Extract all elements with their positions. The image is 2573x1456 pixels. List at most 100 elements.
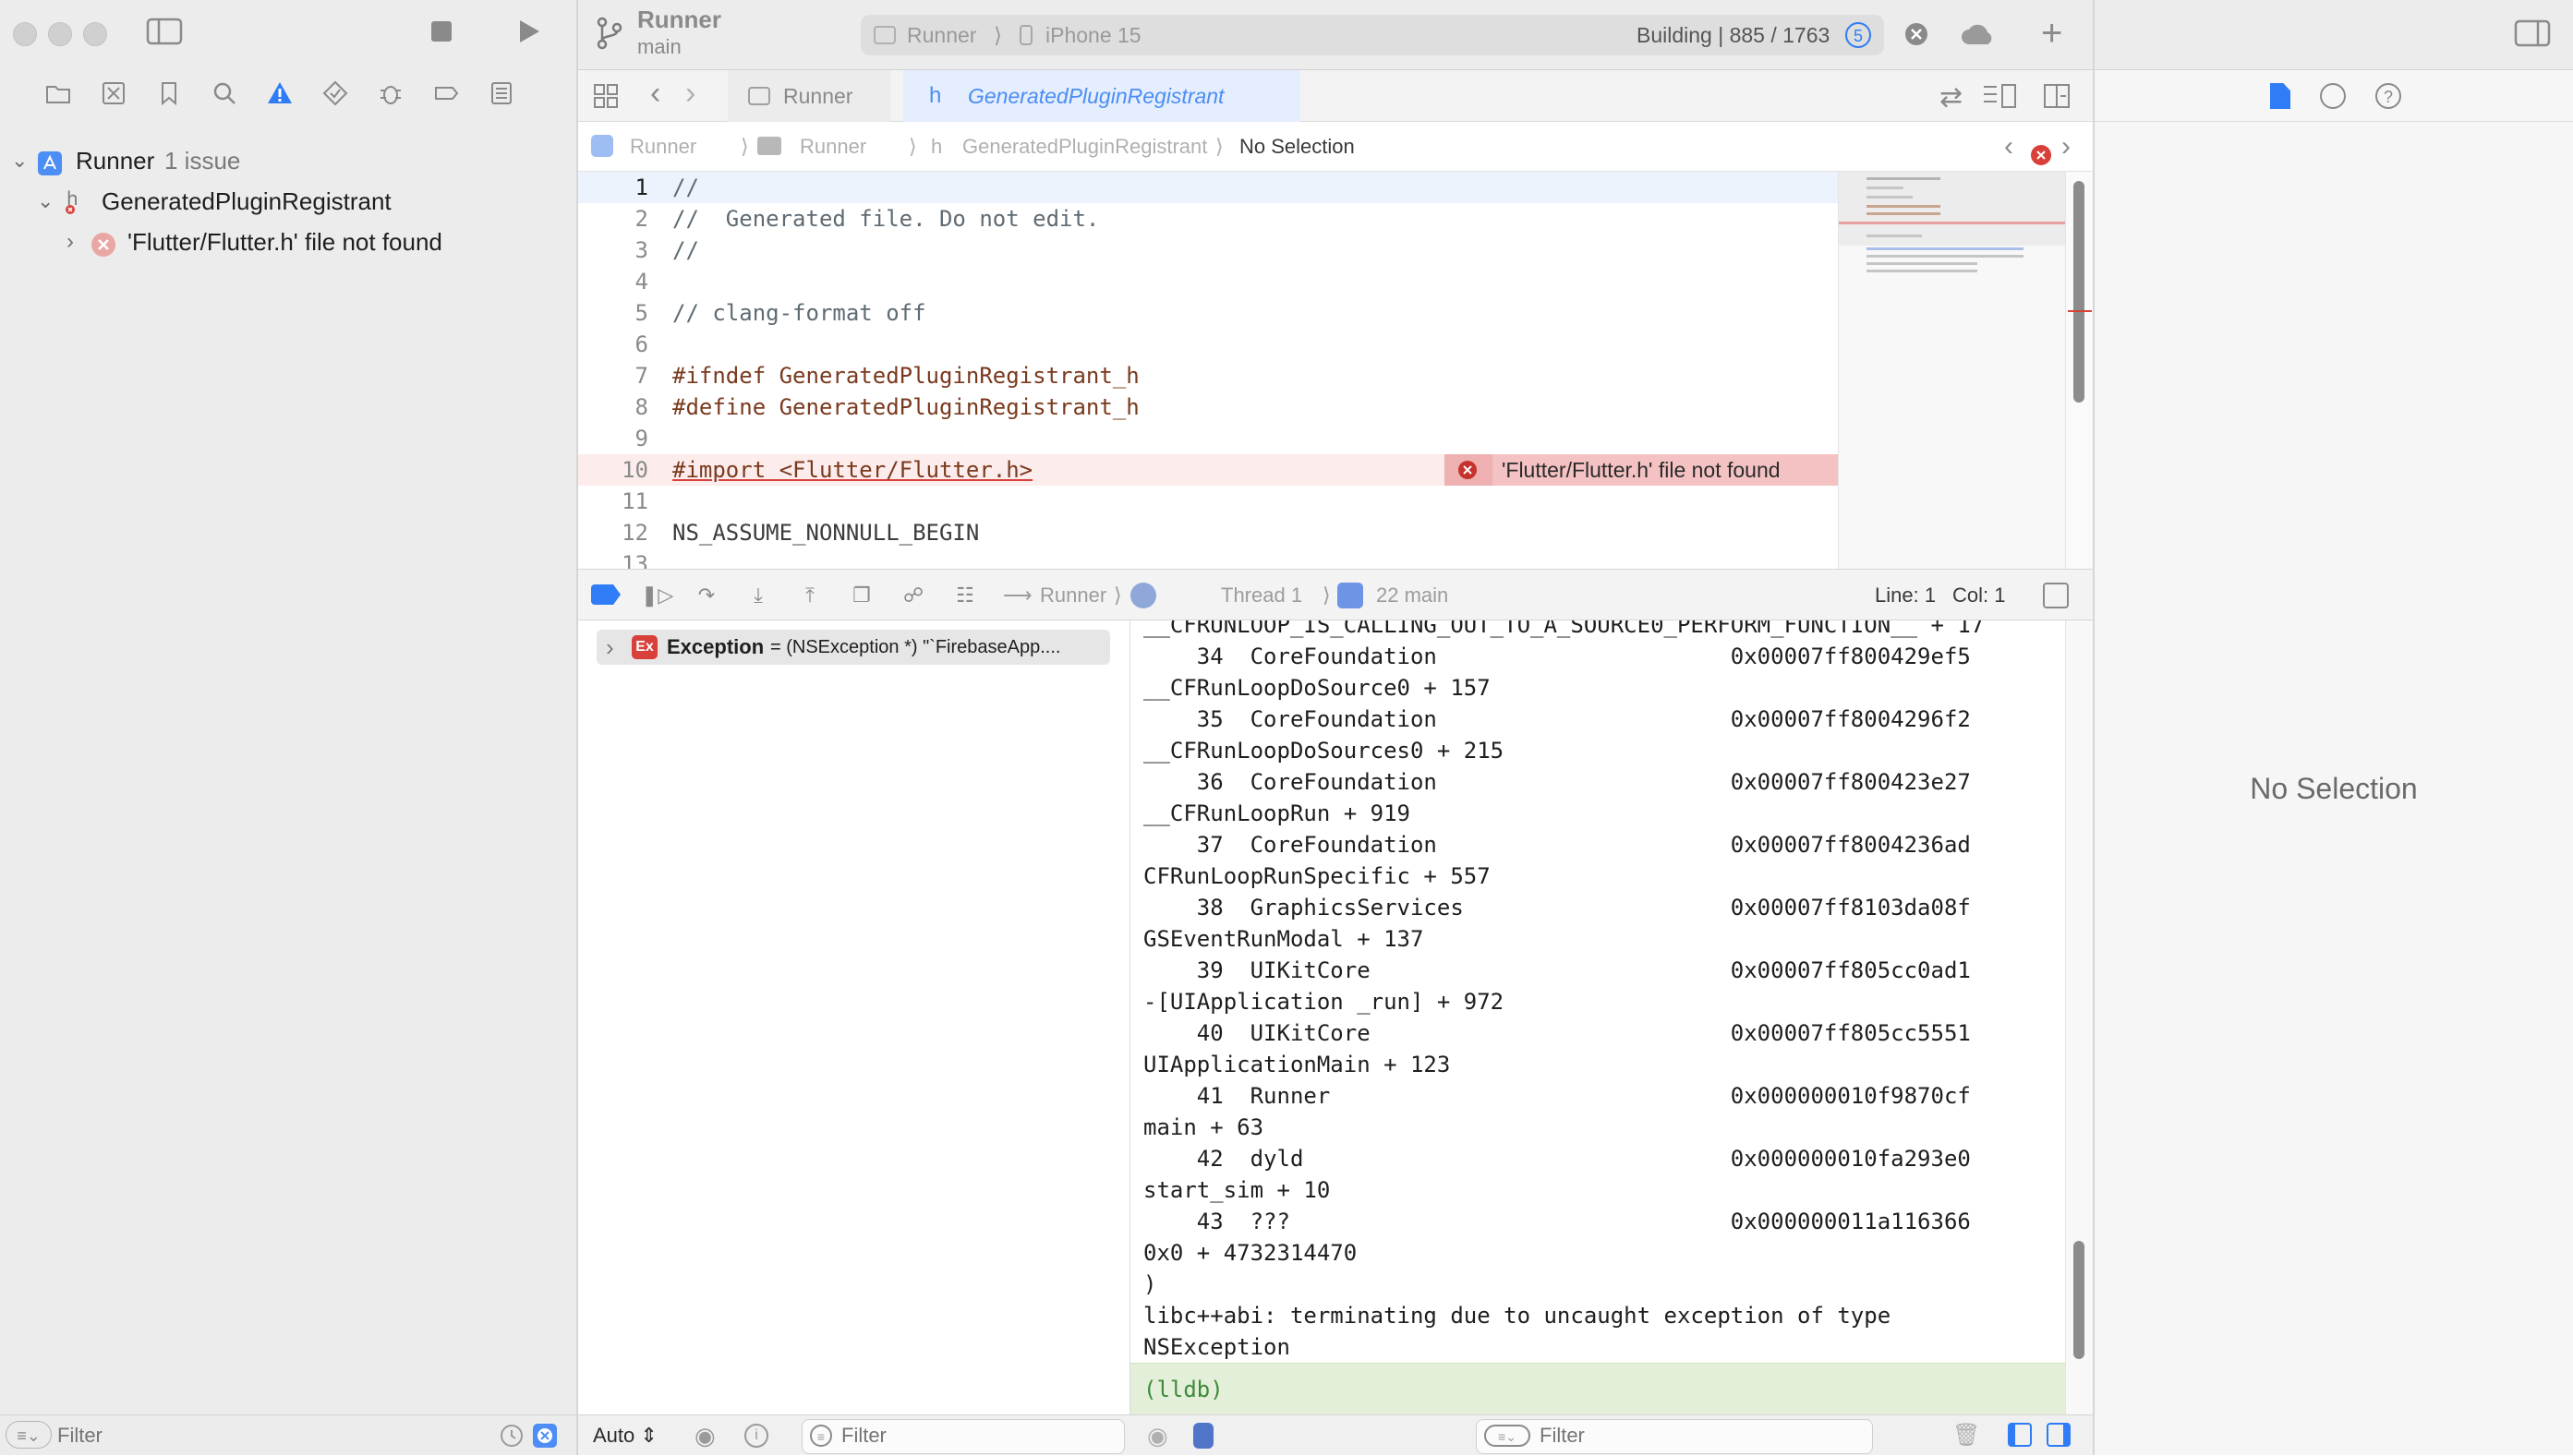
code-text: #define GeneratedPluginRegistrant_h <box>672 394 1140 420</box>
environment-overrides-icon[interactable]: ☷ <box>951 582 979 609</box>
console-scrollbar-thumb[interactable] <box>2073 1241 2084 1359</box>
destination-device[interactable]: iPhone 15 <box>1045 15 1142 55</box>
inspector-toggle-icon[interactable] <box>2514 18 2551 53</box>
grid-icon[interactable] <box>593 83 619 114</box>
console-filter-input[interactable] <box>1538 1420 1861 1451</box>
view-hierarchy-icon[interactable]: ❐ <box>848 582 876 609</box>
eye-icon[interactable]: ◉ <box>1147 1415 1168 1456</box>
chevron-down-icon[interactable]: ⌄ <box>37 181 54 222</box>
project-navigator-icon[interactable] <box>42 79 74 111</box>
breadcrumb-item[interactable]: 22 main <box>1376 570 1448 621</box>
chevron-down-icon[interactable]: ⌄ <box>11 140 28 181</box>
continue-icon[interactable]: ❚▷ <box>641 582 673 609</box>
console-line: 38 GraphicsServices 0x00007ff8103da08f <box>1143 895 1971 921</box>
exception-variable-row[interactable]: › Ex Exception = (NSException *) "`Fireb… <box>597 630 1110 665</box>
show-console-icon[interactable] <box>2047 1423 2071 1447</box>
show-variables-icon[interactable] <box>2008 1423 2032 1447</box>
console-line: UIApplicationMain + 123 <box>1143 1052 1451 1077</box>
variables-filter[interactable]: ≡ <box>802 1419 1125 1454</box>
run-icon[interactable] <box>510 17 547 50</box>
breadcrumb-item[interactable]: Thread 1 <box>1221 570 1302 621</box>
bookmark-navigator-icon[interactable] <box>153 79 185 111</box>
file-name: GeneratedPluginRegistrant <box>102 187 392 215</box>
step-into-icon[interactable]: ⤓ <box>744 582 772 609</box>
hide-debug-area-icon[interactable] <box>2043 583 2069 608</box>
source-editor[interactable]: 1 // 2 // Generated file. Do not edit. 3… <box>578 172 1838 569</box>
info-icon[interactable]: i <box>744 1424 768 1448</box>
forward-icon[interactable]: › <box>685 76 695 112</box>
editor-scrollbar-thumb[interactable] <box>2073 181 2084 403</box>
cloud-icon[interactable] <box>1960 20 1997 53</box>
eye-icon[interactable]: ◉ <box>695 1415 716 1456</box>
file-inspector-icon[interactable] <box>2270 83 2290 109</box>
no-selection-text: No Selection <box>2250 772 2418 805</box>
editor-options-icon[interactable] <box>1982 83 2019 114</box>
editor-scrollbar[interactable] <box>2065 172 2093 569</box>
minimap-line <box>1866 255 2023 258</box>
minimize-window-button[interactable] <box>48 22 72 46</box>
minimap[interactable] <box>1838 172 2066 569</box>
next-issue-icon[interactable]: › <box>2061 122 2071 172</box>
test-navigator-icon[interactable] <box>320 79 351 111</box>
step-out-icon[interactable]: ⤒ <box>796 582 824 609</box>
scheme-branch[interactable]: main <box>637 35 682 59</box>
arrow-icon: ⟶ <box>1003 584 1033 607</box>
inspector-toolbar <box>2095 0 2573 70</box>
navigator-filter-input[interactable] <box>55 1419 480 1452</box>
chevron-right-icon: ⟩ <box>909 135 917 158</box>
task-count-badge[interactable]: 5 <box>1845 22 1871 48</box>
console-scrollbar[interactable] <box>2065 620 2093 1414</box>
show-errors-only-icon[interactable] <box>532 1423 558 1449</box>
tree-row-file[interactable]: ⌄ h GeneratedPluginRegistrant <box>0 181 576 222</box>
source-control-navigator-icon[interactable] <box>98 79 129 111</box>
variables-filter-input[interactable] <box>840 1420 1107 1451</box>
console-filter[interactable]: ≡⌄ <box>1476 1419 1873 1454</box>
inline-error-banner[interactable]: 'Flutter/Flutter.h' file not found <box>1444 454 1838 486</box>
auto-select[interactable]: Auto ⇕ <box>593 1415 658 1456</box>
add-icon[interactable]: + <box>2041 13 2062 54</box>
issue-navigator-icon[interactable] <box>264 79 296 111</box>
tree-row-project[interactable]: ⌄ Runner 1 issue <box>0 140 576 181</box>
breadcrumb-item[interactable]: Runner <box>1040 570 1106 621</box>
activity-viewer[interactable]: Runner ⟩ iPhone 15 Building | 885 / 1763… <box>861 15 1884 55</box>
zoom-window-button[interactable] <box>83 22 107 46</box>
memory-graph-icon[interactable]: ☍ <box>900 582 927 609</box>
clear-issues-icon[interactable] <box>1903 20 1930 53</box>
console-output[interactable]: __CFRUNLOOP_IS_CALLING_OUT_TO_A_SOURCE0_… <box>1130 620 2065 1363</box>
breakpoint-navigator-icon[interactable] <box>430 79 462 111</box>
navigator-filter-bar: ≡⌄ <box>0 1414 576 1455</box>
trash-icon[interactable]: 🗑 <box>1952 1415 1980 1456</box>
report-navigator-icon[interactable] <box>486 79 517 111</box>
scheme-project[interactable]: Runner <box>637 6 721 34</box>
step-over-icon[interactable]: ↷ <box>693 582 720 609</box>
breadcrumb-item[interactable]: GeneratedPluginRegistrant <box>962 122 1207 172</box>
breadcrumb-item[interactable]: No Selection <box>1239 122 1355 172</box>
find-navigator-icon[interactable] <box>209 79 240 111</box>
debug-navigator-icon[interactable] <box>375 79 406 111</box>
stop-icon[interactable] <box>423 17 460 50</box>
close-window-button[interactable] <box>13 22 37 46</box>
switch-icon[interactable]: ⇄ <box>1939 81 1963 114</box>
console-line: libc++abi: terminating due to uncaught e… <box>1143 1303 1891 1329</box>
destination-scheme[interactable]: Runner <box>907 15 976 55</box>
filter-options-icon[interactable]: ≡⌄ <box>6 1421 52 1449</box>
tab-generatedpluginregistrant[interactable]: h GeneratedPluginRegistrant <box>903 70 1300 122</box>
previous-issue-icon[interactable]: ‹ <box>2004 122 2013 172</box>
sidebar-toggle-icon[interactable] <box>146 17 183 50</box>
tree-row-error[interactable]: › 'Flutter/Flutter.h' file not found <box>0 222 576 262</box>
chevron-right-icon[interactable]: › <box>66 222 74 262</box>
history-inspector-icon[interactable] <box>2320 83 2346 109</box>
exception-name: Exception <box>667 635 765 658</box>
split-editor-icon[interactable] <box>2043 83 2071 114</box>
breadcrumb-item[interactable]: Runner <box>800 122 866 172</box>
output-toggle-icon[interactable] <box>1193 1423 1214 1449</box>
chevron-right-icon[interactable]: › <box>606 630 614 665</box>
code-text: #ifndef GeneratedPluginRegistrant_h <box>672 363 1140 389</box>
quick-help-icon[interactable]: ? <box>2375 83 2401 109</box>
lldb-prompt[interactable]: (lldb) <box>1130 1363 2065 1414</box>
back-icon[interactable]: ‹ <box>650 76 660 112</box>
breakpoints-toggle-icon[interactable] <box>591 584 621 605</box>
breadcrumb-item[interactable]: Runner <box>630 122 696 172</box>
recent-files-icon[interactable] <box>499 1423 525 1449</box>
tab-runner[interactable]: Runner <box>728 70 890 122</box>
